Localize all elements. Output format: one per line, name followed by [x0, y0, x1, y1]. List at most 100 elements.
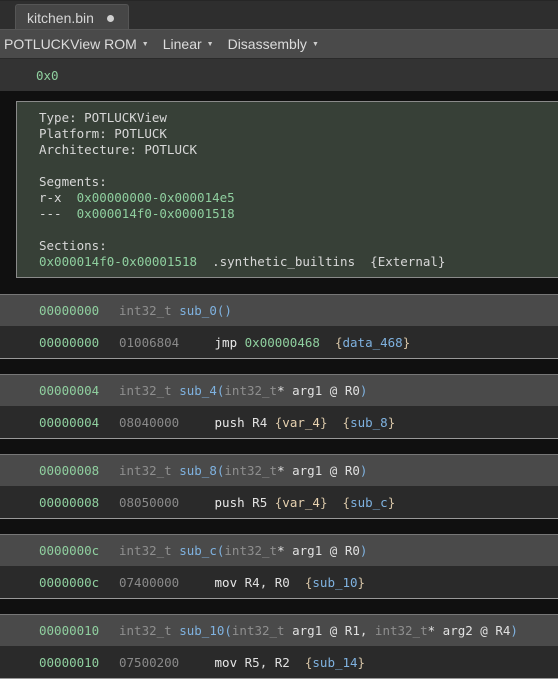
- function-address[interactable]: 00000000: [39, 303, 119, 318]
- param-token: arg1 @ R0: [284, 383, 360, 398]
- instruction-row[interactable]: 00000010 07500200 mov R5, R2 {sub_14}: [0, 646, 558, 678]
- function-params: (int32_t arg1 @ R1, int32_t* arg2 @ R4): [224, 623, 518, 638]
- operand[interactable]: 0x00000468: [245, 335, 320, 350]
- function-address[interactable]: 00000004: [39, 383, 119, 398]
- segment-range[interactable]: 0x00000000-0x000014e5: [77, 190, 235, 205]
- function-address[interactable]: 00000008: [39, 463, 119, 478]
- brace: }: [357, 574, 366, 590]
- variable-ref[interactable]: var_4: [282, 495, 320, 510]
- function-block: 00000010 int32_t sub_10 (int32_t arg1 @ R1…: [0, 614, 558, 679]
- param-token: (: [224, 623, 232, 638]
- view-toolbar: POTLUCKView ROM ▼ Linear ▼ Disassembly ▼: [0, 29, 558, 59]
- instruction-address[interactable]: 00000004: [39, 415, 119, 430]
- function-name[interactable]: sub_10: [179, 623, 224, 638]
- function-address[interactable]: 0000000c: [39, 543, 119, 558]
- segments-label: Segments:: [39, 174, 107, 189]
- function-params: (int32_t* arg1 @ R0): [217, 383, 368, 398]
- param-token: ): [359, 383, 368, 398]
- binary-info-panel: Type: POTLUCKView Platform: POTLUCK Arch…: [16, 101, 558, 278]
- arch-value: POTLUCK: [144, 142, 198, 157]
- instruction-row[interactable]: 00000008 08050000 push R5 {var_4} {sub_c}: [0, 486, 558, 518]
- function-header[interactable]: 0000000c int32_t sub_c (int32_t* arg1 @ R0…: [0, 535, 558, 566]
- instruction-bytes: 08040000: [119, 414, 180, 430]
- section-attr: {External}: [370, 254, 446, 269]
- operand[interactable]: R5: [252, 495, 267, 510]
- brace: }: [402, 334, 411, 350]
- type-value: POTLUCKView: [84, 110, 167, 125]
- segment-perm: r-x: [39, 190, 62, 205]
- segment-perm: ---: [39, 206, 62, 221]
- instruction-row[interactable]: 0000000c 07400000 mov R4, R0 {sub_10}: [0, 566, 558, 598]
- section-range[interactable]: 0x000014f0-0x00001518: [39, 254, 197, 269]
- function-block: 00000008 int32_t sub_8 (int32_t* arg1 @ R0…: [0, 454, 558, 519]
- section-name: .synthetic_builtins: [212, 254, 356, 269]
- tab-kitchen-bin[interactable]: kitchen.bin: [15, 4, 129, 31]
- operand[interactable]: R5, R2: [245, 655, 290, 670]
- mnemonic: mov: [214, 654, 245, 670]
- brace: {: [304, 654, 313, 670]
- param-token: *: [427, 623, 436, 638]
- function-params: (): [217, 303, 232, 318]
- tab-bar: kitchen.bin: [0, 0, 558, 31]
- return-type: int32_t: [119, 383, 180, 398]
- function-name[interactable]: sub_8: [179, 463, 217, 478]
- instruction-row[interactable]: 00000000 01006804 jmp 0x00000468 {data_46…: [0, 326, 558, 358]
- modified-dot-icon[interactable]: [106, 14, 114, 22]
- param-token: ): [359, 543, 368, 558]
- param-token: ): [510, 623, 518, 638]
- brace: {: [342, 494, 351, 510]
- instruction-address[interactable]: 00000000: [39, 335, 119, 350]
- symbol-ref[interactable]: data_468: [343, 335, 403, 350]
- function-header[interactable]: 00000004 int32_t sub_4 (int32_t* arg1 @ R0…: [0, 375, 558, 406]
- operand[interactable]: R4, R0: [245, 575, 290, 590]
- chevron-down-icon: ▼: [311, 40, 319, 48]
- param-token: ): [359, 463, 368, 478]
- function-name[interactable]: sub_4: [179, 383, 217, 398]
- symbol-ref[interactable]: sub_10: [312, 575, 357, 590]
- brace: {: [334, 334, 343, 350]
- sections-label: Sections:: [39, 238, 107, 253]
- instruction-address[interactable]: 00000008: [39, 495, 119, 510]
- param-token: arg1 @ R1: [292, 623, 360, 638]
- operand[interactable]: R4: [252, 415, 267, 430]
- mnemonic: push: [214, 494, 253, 510]
- instruction-address[interactable]: 00000010: [39, 655, 119, 670]
- instruction-bytes: 08050000: [119, 494, 180, 510]
- mode-dropdown[interactable]: Disassembly ▼: [228, 36, 319, 52]
- instruction-bytes: 07400000: [119, 574, 180, 590]
- function-header[interactable]: 00000000 int32_t sub_0(): [0, 295, 558, 326]
- return-type: int32_t: [119, 303, 180, 318]
- function-address[interactable]: 00000010: [39, 623, 119, 638]
- tab-title: kitchen.bin: [27, 10, 94, 26]
- brace: {: [342, 414, 351, 430]
- mode-label: Disassembly: [227, 36, 307, 52]
- function-header[interactable]: 00000008 int32_t sub_8 (int32_t* arg1 @ R0…: [0, 455, 558, 486]
- function-block: 0000000c int32_t sub_c (int32_t* arg1 @ R0…: [0, 534, 558, 599]
- function-header[interactable]: 00000010 int32_t sub_10 (int32_t arg1 @ R1…: [0, 615, 558, 646]
- layout-dropdown[interactable]: Linear ▼: [163, 36, 214, 52]
- function-name[interactable]: sub_c: [179, 543, 217, 558]
- function-name[interactable]: sub_0: [179, 303, 217, 318]
- chevron-down-icon: ▼: [141, 40, 149, 48]
- symbol-ref[interactable]: sub_c: [350, 495, 388, 510]
- segment-range[interactable]: 0x000014f0-0x00001518: [77, 206, 235, 221]
- view-type-label: POTLUCKView ROM: [4, 36, 137, 52]
- function-params: (int32_t* arg1 @ R0): [217, 543, 368, 558]
- brace: }: [387, 414, 396, 430]
- param-token: ): [224, 303, 232, 318]
- symbol-ref[interactable]: sub_14: [312, 655, 357, 670]
- chevron-down-icon: ▼: [206, 40, 214, 48]
- view-type-dropdown[interactable]: POTLUCKView ROM ▼: [4, 36, 149, 52]
- instruction-row[interactable]: 00000004 08040000 push R4 {var_4} {sub_8}: [0, 406, 558, 438]
- param-token: *: [277, 383, 285, 398]
- address-row[interactable]: 0x0: [0, 59, 558, 91]
- function-block: 00000004 int32_t sub_4 (int32_t* arg1 @ R0…: [0, 374, 558, 439]
- arch-label: Architecture:: [39, 142, 145, 157]
- variable-ref[interactable]: var_4: [282, 415, 320, 430]
- return-type: int32_t: [119, 543, 180, 558]
- current-address: 0x0: [36, 67, 59, 83]
- brace: }: [387, 494, 396, 510]
- param-token: ,: [359, 623, 375, 638]
- symbol-ref[interactable]: sub_8: [350, 415, 388, 430]
- instruction-address[interactable]: 0000000c: [39, 575, 119, 590]
